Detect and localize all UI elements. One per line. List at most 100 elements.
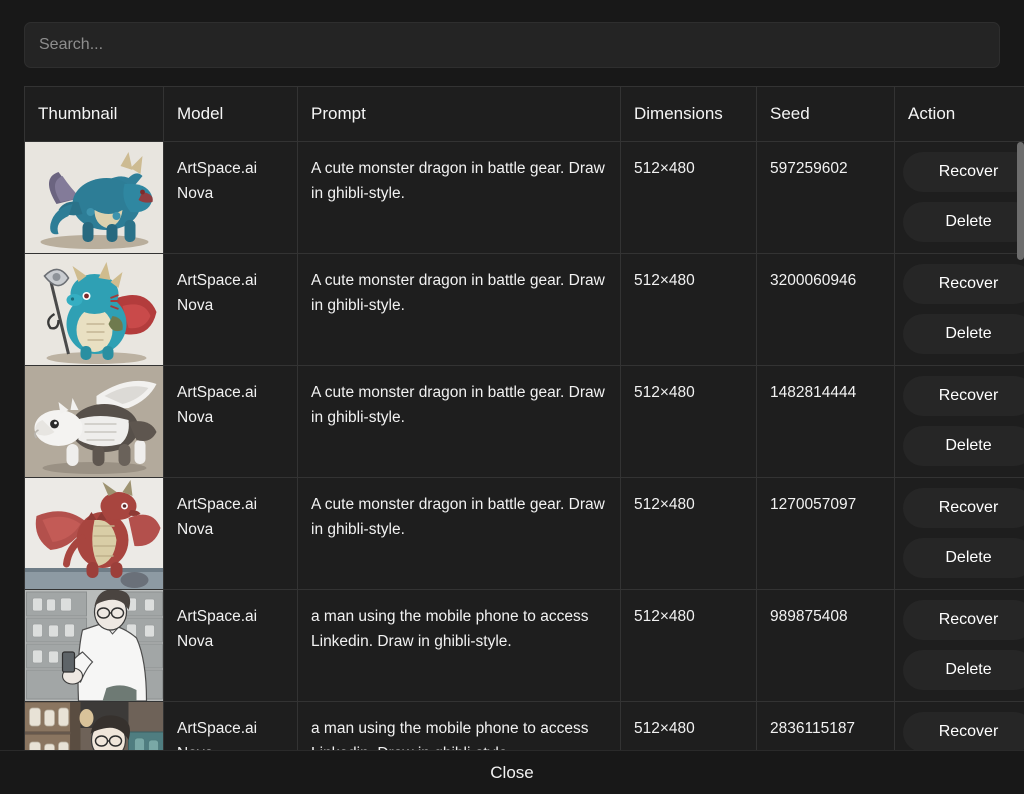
dimensions-cell: 512×480 bbox=[620, 365, 757, 478]
seed-value: 1482814444 bbox=[770, 383, 857, 401]
delete-button[interactable]: Delete bbox=[903, 537, 1024, 578]
column-header-prompt[interactable]: Prompt bbox=[297, 87, 621, 142]
prompt-value: A cute monster dragon in battle gear. Dr… bbox=[311, 271, 605, 314]
recover-button[interactable]: Recover bbox=[903, 487, 1024, 528]
dimensions-value: 512×480 bbox=[634, 383, 695, 401]
dimensions-cell: 512×480 bbox=[620, 253, 757, 366]
model-cell: ArtSpace.ai Nova bbox=[163, 365, 298, 478]
recover-button[interactable]: Recover bbox=[903, 375, 1024, 416]
table-scroll-region[interactable]: Thumbnail Model Prompt Dimensions Seed A… bbox=[24, 86, 1024, 750]
action-cell: Recover Delete bbox=[894, 253, 1024, 366]
column-header-action[interactable]: Action bbox=[894, 87, 1024, 142]
thumbnail-cell[interactable] bbox=[24, 477, 164, 590]
model-value: ArtSpace.ai Nova bbox=[177, 383, 258, 426]
action-cell: Recover Delete bbox=[894, 701, 1024, 750]
thumbnail-cell[interactable] bbox=[24, 701, 164, 750]
prompt-value: a man using the mobile phone to access L… bbox=[311, 607, 589, 650]
action-buttons: Recover Delete bbox=[895, 366, 1024, 476]
search-bar bbox=[0, 0, 1024, 68]
seed-cell: 1270057097 bbox=[756, 477, 895, 590]
table-row: ArtSpace.ai Nova A cute monster dragon i… bbox=[24, 141, 1024, 254]
red-dragon-thumbnail[interactable] bbox=[25, 477, 163, 588]
seed-cell: 989875408 bbox=[756, 589, 895, 702]
model-value: ArtSpace.ai Nova bbox=[177, 607, 258, 650]
scrollbar-thumb[interactable] bbox=[1017, 142, 1024, 260]
delete-button[interactable]: Delete bbox=[903, 425, 1024, 466]
prompt-value: a man using the mobile phone to access L… bbox=[311, 719, 589, 751]
model-cell: ArtSpace.ai Nova bbox=[163, 253, 298, 366]
dimensions-cell: 512×480 bbox=[620, 141, 757, 254]
recover-button[interactable]: Recover bbox=[903, 711, 1024, 750]
man-with-phone-warm-shelves-thumbnail[interactable] bbox=[25, 701, 163, 750]
thumbnail-cell[interactable] bbox=[24, 589, 164, 702]
action-buttons: Recover Delete bbox=[895, 590, 1024, 700]
model-cell: ArtSpace.ai Nova bbox=[163, 477, 298, 590]
seed-value: 2836115187 bbox=[770, 719, 856, 737]
recover-button[interactable]: Recover bbox=[903, 599, 1024, 640]
table-row: ArtSpace.ai Nova A cute monster dragon i… bbox=[24, 365, 1024, 478]
dimensions-value: 512×480 bbox=[634, 607, 695, 625]
action-cell: Recover Delete bbox=[894, 589, 1024, 702]
column-header-seed[interactable]: Seed bbox=[756, 87, 895, 142]
column-header-thumbnail[interactable]: Thumbnail bbox=[24, 87, 164, 142]
dialog-footer: Close bbox=[0, 750, 1024, 794]
delete-button[interactable]: Delete bbox=[903, 201, 1024, 242]
seed-value: 3200060946 bbox=[770, 271, 857, 289]
search-input[interactable] bbox=[24, 22, 1000, 68]
table-vertical-scrollbar[interactable] bbox=[1017, 142, 1024, 750]
table-body: ArtSpace.ai Nova A cute monster dragon i… bbox=[24, 141, 1024, 751]
thumbnail-cell[interactable] bbox=[24, 253, 164, 366]
prompt-cell: a man using the mobile phone to access L… bbox=[297, 589, 621, 702]
seed-cell: 3200060946 bbox=[756, 253, 895, 366]
model-value: ArtSpace.ai Nova bbox=[177, 719, 258, 751]
thumbnail-cell[interactable] bbox=[24, 365, 164, 478]
table-row: ArtSpace.ai Nova A cute monster dragon i… bbox=[24, 477, 1024, 590]
dimensions-value: 512×480 bbox=[634, 719, 695, 737]
table-row: ArtSpace.ai Nova A cute monster dragon i… bbox=[24, 253, 1024, 366]
teal-dragon-thumbnail[interactable] bbox=[25, 141, 163, 252]
table-row: ArtSpace.ai Nova a man using the mobile … bbox=[24, 589, 1024, 702]
table-row: ArtSpace.ai Nova a man using the mobile … bbox=[24, 701, 1024, 751]
seed-value: 597259602 bbox=[770, 159, 848, 177]
column-header-dimensions[interactable]: Dimensions bbox=[620, 87, 757, 142]
table-header: Thumbnail Model Prompt Dimensions Seed A… bbox=[24, 87, 1024, 142]
thumbnail-cell[interactable] bbox=[24, 141, 164, 254]
model-value: ArtSpace.ai Nova bbox=[177, 495, 258, 538]
action-cell: Recover Delete bbox=[894, 477, 1024, 590]
dimensions-value: 512×480 bbox=[634, 271, 695, 289]
action-buttons: Recover Delete bbox=[895, 478, 1024, 588]
column-header-model[interactable]: Model bbox=[163, 87, 298, 142]
delete-button[interactable]: Delete bbox=[903, 649, 1024, 690]
recover-button[interactable]: Recover bbox=[903, 151, 1024, 192]
recover-button[interactable]: Recover bbox=[903, 263, 1024, 304]
close-button[interactable]: Close bbox=[472, 759, 551, 787]
model-cell: ArtSpace.ai Nova bbox=[163, 701, 298, 751]
prompt-value: A cute monster dragon in battle gear. Dr… bbox=[311, 383, 605, 426]
delete-button[interactable]: Delete bbox=[903, 313, 1024, 354]
dimensions-value: 512×480 bbox=[634, 159, 695, 177]
prompt-cell: a man using the mobile phone to access L… bbox=[297, 701, 621, 751]
prompt-cell: A cute monster dragon in battle gear. Dr… bbox=[297, 253, 621, 366]
dimensions-cell: 512×480 bbox=[620, 589, 757, 702]
deleted-images-table: Thumbnail Model Prompt Dimensions Seed A… bbox=[24, 87, 1024, 750]
prompt-value: A cute monster dragon in battle gear. Dr… bbox=[311, 495, 605, 538]
table-header-row: Thumbnail Model Prompt Dimensions Seed A… bbox=[24, 87, 1024, 142]
dimensions-cell: 512×480 bbox=[620, 701, 757, 750]
model-value: ArtSpace.ai Nova bbox=[177, 159, 258, 202]
model-cell: ArtSpace.ai Nova bbox=[163, 141, 298, 254]
action-cell: Recover Delete bbox=[894, 141, 1024, 254]
model-cell: ArtSpace.ai Nova bbox=[163, 589, 298, 702]
dimensions-cell: 512×480 bbox=[620, 477, 757, 590]
prompt-cell: A cute monster dragon in battle gear. Dr… bbox=[297, 141, 621, 254]
recycle-bin-dialog: Thumbnail Model Prompt Dimensions Seed A… bbox=[0, 0, 1024, 794]
model-value: ArtSpace.ai Nova bbox=[177, 271, 258, 314]
white-dragon-thumbnail[interactable] bbox=[25, 365, 163, 476]
seed-value: 989875408 bbox=[770, 607, 848, 625]
seed-cell: 2836115187 bbox=[756, 701, 895, 750]
teal-dragon-with-staff-thumbnail[interactable] bbox=[25, 253, 163, 364]
prompt-cell: A cute monster dragon in battle gear. Dr… bbox=[297, 365, 621, 478]
action-buttons: Recover Delete bbox=[895, 702, 1024, 750]
man-with-phone-shelves-thumbnail[interactable] bbox=[25, 589, 163, 700]
seed-cell: 597259602 bbox=[756, 141, 895, 254]
prompt-cell: A cute monster dragon in battle gear. Dr… bbox=[297, 477, 621, 590]
